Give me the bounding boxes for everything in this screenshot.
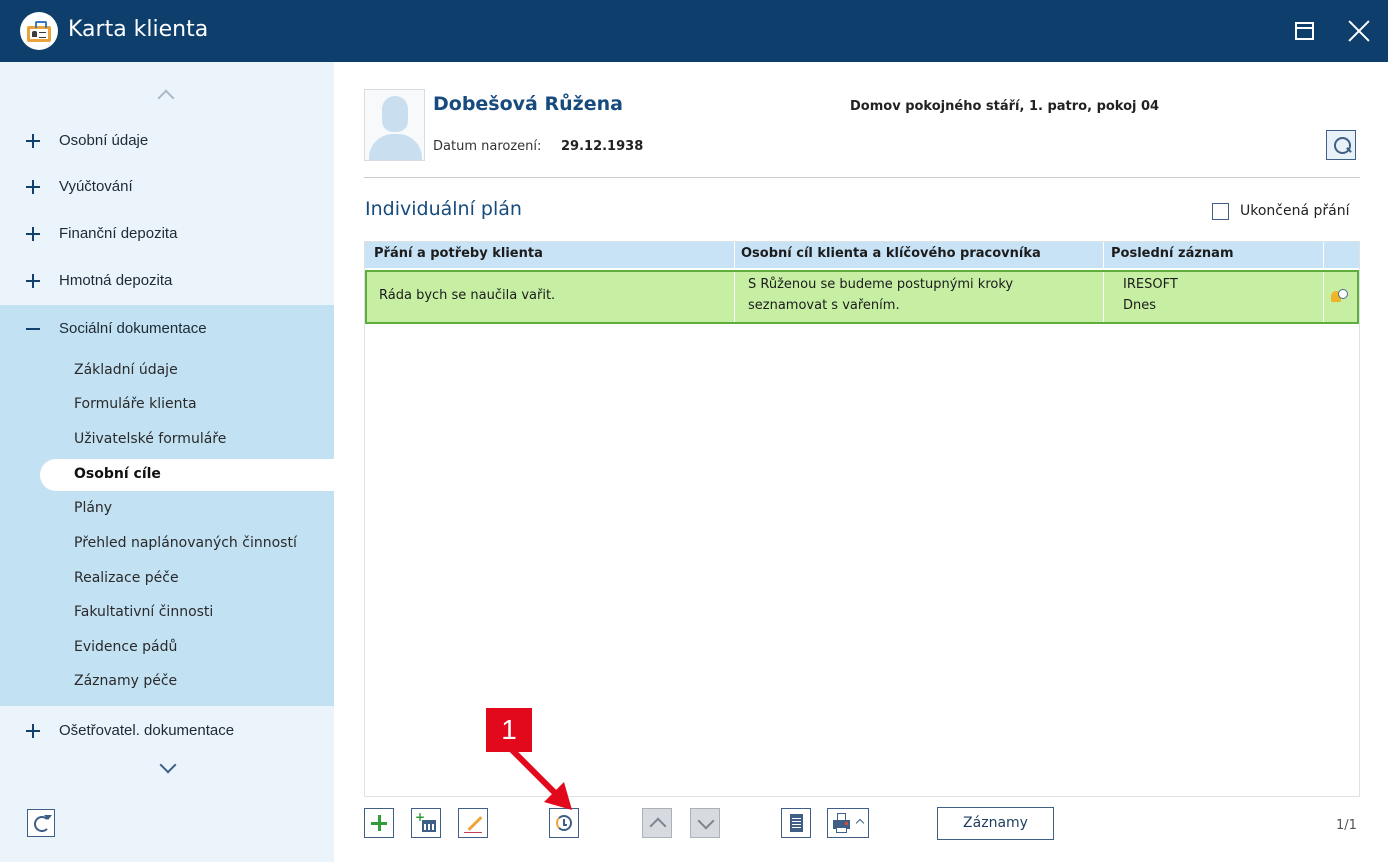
birth-date-label: Datum narození: — [433, 139, 542, 154]
caret-up-icon — [855, 818, 865, 828]
page-indicator: 1/1 — [1336, 818, 1357, 833]
title-bar: Karta klienta — [0, 0, 1388, 62]
records-button[interactable]: Záznamy — [937, 807, 1054, 840]
header-divider — [364, 177, 1360, 178]
sidebar-subitem-label: Evidence pádů — [74, 639, 178, 655]
person-silhouette-icon — [382, 96, 408, 132]
sidebar-subitem-label: Plány — [74, 500, 113, 516]
client-name: Dobešová Růžena — [433, 93, 623, 115]
sidebar-item-label: Osobní údaje — [59, 132, 149, 149]
ended-wishes-checkbox[interactable] — [1212, 203, 1229, 220]
collapse-minus-icon — [26, 328, 40, 330]
sidebar-item-financni-depozita[interactable]: Finanční depozita — [0, 212, 334, 256]
sidebar-subitem-label: Realizace péče — [74, 570, 179, 586]
window-title: Karta klienta — [68, 17, 209, 42]
sidebar-subitem-label: Fakultativní činnosti — [74, 604, 214, 620]
birth-date-value: 29.12.1938 — [561, 139, 644, 154]
sidebar-subitem-zaznamy-pece[interactable]: Záznamy péče — [0, 666, 334, 698]
sidebar-subitem-label: Základní údaje — [74, 362, 178, 378]
column-header-goal[interactable]: Osobní cíl klienta a klíčového pracovník… — [741, 246, 1041, 261]
sidebar-subitem-label: Formuláře klienta — [74, 396, 197, 412]
section-title: Individuální plán — [365, 198, 522, 220]
sidebar-subitem-label: Uživatelské formuláře — [74, 431, 227, 447]
search-button[interactable] — [1326, 130, 1356, 160]
client-card-icon — [20, 12, 58, 50]
table-row[interactable]: Ráda bych se naučila vařit. S Růženou se… — [365, 270, 1359, 324]
cell-last-record-author: IRESOFT — [1123, 277, 1178, 292]
sidebar-item-osetrovatel-dokumentace[interactable]: Ošetřovatel. dokumentace — [0, 709, 334, 753]
sidebar-subitem-formulare-klienta[interactable]: Formuláře klienta — [0, 389, 334, 421]
sidebar-subitem-uzivatelske-formulare[interactable]: Uživatelské formuláře — [0, 424, 334, 456]
sidebar-item-label: Finanční depozita — [59, 225, 178, 242]
sidebar-item-label: Vyúčtování — [59, 178, 133, 195]
refresh-button[interactable] — [27, 809, 55, 837]
sidebar-subitem-label: Přehled naplánovaných činností — [74, 535, 297, 551]
cell-goal-line2: seznamovat s vařením. — [748, 298, 900, 313]
sidebar-subitem-plany[interactable]: Plány — [0, 493, 334, 525]
column-header-wishes[interactable]: Přání a potřeby klienta — [374, 246, 543, 261]
sidebar-item-socialni-dokumentace[interactable]: Sociální dokumentace — [0, 307, 334, 351]
maximize-icon — [1295, 22, 1314, 40]
expand-plus-icon — [26, 227, 40, 241]
add-plan-button[interactable]: + — [411, 808, 441, 838]
pencil-icon — [467, 816, 483, 831]
sidebar-subitem-prehled-naplanovanych-cinnosti[interactable]: Přehled naplánovaných činností — [0, 528, 334, 560]
calendar-icon — [422, 820, 436, 832]
cell-wish: Ráda bych se naučila vařit. — [379, 288, 556, 303]
sidebar-item-label: Sociální dokumentace — [59, 320, 207, 337]
sidebar-subitem-realizace-pece[interactable]: Realizace péče — [0, 563, 334, 595]
sidebar-item-vyuctovani[interactable]: Vyúčtování — [0, 165, 334, 209]
client-avatar — [364, 89, 425, 161]
maximize-button[interactable] — [1290, 16, 1320, 46]
client-location: Domov pokojného stáří, 1. patro, pokoj 0… — [850, 99, 1160, 114]
expand-plus-icon — [26, 180, 40, 194]
sidebar-subitem-fakultativni-cinnosti[interactable]: Fakultativní činnosti — [0, 597, 334, 629]
scroll-up-chevron-icon[interactable] — [157, 89, 175, 107]
scroll-down-chevron-icon[interactable] — [159, 756, 177, 774]
sidebar: Osobní údaje Vyúčtování Finanční depozit… — [0, 62, 334, 862]
sidebar-item-label: Hmotná depozita — [59, 272, 173, 289]
edit-button[interactable] — [458, 808, 488, 838]
add-button[interactable] — [364, 808, 394, 838]
sidebar-subitem-osobni-cile[interactable]: Osobní cíle — [40, 459, 334, 491]
cell-goal-line1: S Růženou se budeme postupnými kroky — [748, 277, 1014, 292]
sidebar-subitem-zakladni-udaje[interactable]: Základní údaje — [0, 355, 334, 387]
move-up-button[interactable] — [642, 808, 672, 838]
close-button[interactable] — [1344, 16, 1374, 46]
cell-last-record-date: Dnes — [1123, 298, 1157, 313]
expand-plus-icon — [26, 724, 40, 738]
sidebar-subitem-label: Záznamy péče — [74, 673, 178, 689]
sidebar-item-hmotna-depozita[interactable]: Hmotná depozita — [0, 259, 334, 303]
sidebar-item-osobni-udaje[interactable]: Osobní údaje — [0, 119, 334, 163]
column-header-last-record[interactable]: Poslední záznam — [1111, 246, 1234, 261]
move-down-button[interactable] — [690, 808, 720, 838]
table-header: Přání a potřeby klienta Osobní cíl klien… — [365, 242, 1359, 268]
document-button[interactable] — [781, 808, 811, 838]
reminder-bell-icon[interactable] — [1331, 289, 1349, 305]
annotation-arrow-icon — [505, 743, 572, 810]
sidebar-subitem-evidence-padu[interactable]: Evidence pádů — [0, 632, 334, 664]
ended-wishes-label[interactable]: Ukončená přání — [1240, 203, 1350, 219]
sidebar-item-label: Ošetřovatel. dokumentace — [59, 722, 235, 739]
sidebar-section-socialni-dokumentace: Sociální dokumentace Základní údaje Form… — [0, 305, 334, 706]
sidebar-subitem-label: Osobní cíle — [74, 466, 161, 482]
expand-plus-icon — [26, 274, 40, 288]
document-icon — [790, 814, 803, 832]
expand-plus-icon — [26, 134, 40, 148]
print-button[interactable] — [827, 808, 869, 838]
